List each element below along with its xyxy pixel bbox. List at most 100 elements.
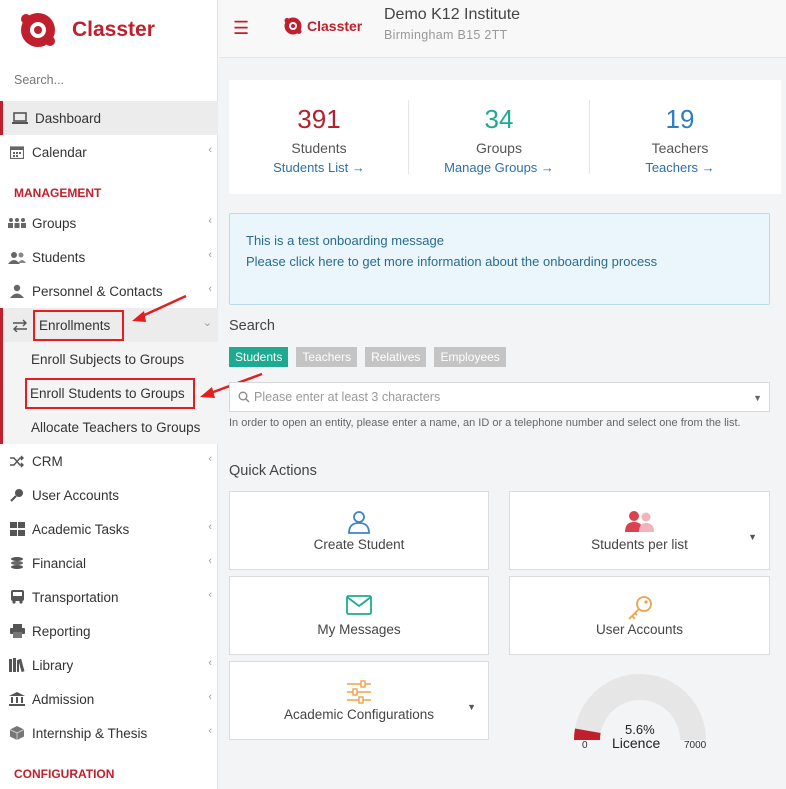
sidebar-item-transportation[interactable]: Transportation ‹ — [0, 580, 218, 614]
card-label: Create Student — [313, 537, 405, 552]
th-large-icon — [8, 521, 26, 537]
students-list-link[interactable]: Students List → — [229, 160, 409, 175]
card-label: Academic Configurations — [283, 707, 435, 722]
sidebar-item-label: Academic Tasks — [32, 521, 130, 537]
envelope-icon — [230, 595, 488, 615]
chevron-left-icon: ‹ — [208, 249, 212, 261]
sidebar-item-label: Internship & Thesis — [32, 725, 148, 741]
sidebar-logo[interactable]: Classter — [18, 8, 155, 52]
onboarding-line: This is a test onboarding message — [246, 233, 444, 248]
chevron-left-icon: ‹ — [208, 453, 212, 465]
sidebar-item-internship[interactable]: Internship & Thesis ‹ — [0, 716, 218, 750]
classter-logo-icon — [21, 13, 55, 47]
sidebar-item-label: Admission — [32, 691, 95, 707]
institute-address: Birmingham B15 2TT — [384, 28, 508, 42]
search-placeholder: Please enter at least 3 characters — [254, 390, 441, 404]
card-label: My Messages — [317, 622, 401, 637]
caret-down-icon[interactable]: ▼ — [467, 702, 476, 712]
sidebar-item-students[interactable]: Students ‹ — [0, 240, 218, 274]
sidebar-item-label: Calendar — [32, 144, 87, 160]
user-outline-icon — [230, 510, 488, 534]
sidebar-item-academic-tasks[interactable]: Academic Tasks ‹ — [0, 512, 218, 546]
sidebar-search-input[interactable]: Search... — [14, 73, 64, 87]
management-section-header: MANAGEMENT — [14, 186, 102, 200]
sidebar-item-user-accounts[interactable]: User Accounts — [0, 478, 218, 512]
sidebar-item-label: Library — [32, 657, 74, 673]
sidebar-subitem-enroll-students[interactable]: Enroll Students to Groups — [0, 376, 218, 410]
user-accounts-card[interactable]: User Accounts — [509, 576, 770, 655]
licence-label: Licence — [612, 735, 661, 751]
sidebar-item-calendar[interactable]: Calendar ‹ — [0, 135, 218, 169]
sidebar-item-admission[interactable]: Admission ‹ — [0, 682, 218, 716]
card-label: Students per list — [591, 537, 688, 552]
configuration-section-header: CONFIGURATION — [14, 767, 115, 781]
coins-icon — [8, 555, 26, 571]
tab-teachers[interactable]: Teachers — [296, 347, 358, 367]
users-icon — [8, 249, 26, 265]
teachers-link[interactable]: Teachers → — [590, 160, 770, 175]
my-messages-card[interactable]: My Messages — [229, 576, 489, 655]
stat-value: 34 — [484, 104, 514, 134]
licence-min: 0 — [582, 740, 588, 751]
chevron-left-icon: ‹ — [208, 691, 212, 703]
card-label: User Accounts — [595, 622, 684, 637]
search-section-title: Search — [229, 318, 275, 334]
caret-down-icon: ▼ — [753, 393, 762, 403]
tab-employees[interactable]: Employees — [434, 347, 506, 367]
chevron-left-icon: ‹ — [208, 521, 212, 533]
key-icon — [510, 595, 769, 621]
shuffle-icon — [8, 453, 26, 469]
header-logo-text: Classter — [307, 18, 363, 34]
onboarding-message: This is a test onboarding message Please… — [229, 213, 770, 305]
stat-value: 391 — [297, 104, 341, 134]
header-logo[interactable]: Classter — [283, 16, 362, 36]
chevron-left-icon: ‹ — [208, 589, 212, 601]
create-student-card[interactable]: Create Student — [229, 491, 489, 570]
chevron-left-icon: ‹ — [208, 215, 212, 227]
calendar-icon — [8, 144, 26, 160]
caret-down-icon[interactable]: ▼ — [748, 532, 757, 542]
sidebar-item-label: Transportation — [32, 589, 119, 605]
institute-name: Demo K12 Institute — [384, 6, 521, 23]
stat-groups: 34 Groups Manage Groups → — [409, 80, 589, 194]
manage-groups-link[interactable]: Manage Groups → — [409, 160, 589, 175]
sidebar-item-groups[interactable]: Groups ‹ — [0, 206, 218, 240]
quick-actions-title: Quick Actions — [229, 463, 317, 479]
tab-students[interactable]: Students — [229, 347, 289, 367]
sidebar-item-label: Enrollments — [33, 309, 125, 341]
sidebar-item-dashboard[interactable]: Dashboard — [0, 101, 218, 135]
stat-value: 19 — [665, 104, 695, 134]
chevron-left-icon: ‹ — [208, 144, 212, 156]
sidebar-subitem-allocate-teachers[interactable]: Allocate Teachers to Groups — [0, 410, 218, 444]
sidebar-item-crm[interactable]: CRM ‹ — [0, 444, 218, 478]
chevron-left-icon: ‹ — [208, 283, 212, 295]
sidebar-item-label: Financial — [32, 555, 87, 571]
university-icon — [8, 691, 26, 707]
stat-label: Students — [291, 140, 347, 156]
laptop-icon — [11, 110, 29, 126]
users-icon — [510, 510, 769, 532]
sidebar-subitem-label: Enroll Subjects to Groups — [31, 351, 185, 367]
chevron-left-icon: ‹ — [208, 555, 212, 567]
sidebar-item-library[interactable]: Library ‹ — [0, 648, 218, 682]
sidebar-subitem-enroll-subjects[interactable]: Enroll Subjects to Groups — [0, 342, 218, 376]
stat-students: 391 Students Students List → — [229, 80, 409, 194]
onboarding-link[interactable]: Please click here to get more informatio… — [246, 251, 753, 272]
stat-label: Teachers — [651, 140, 709, 156]
sidebar-item-reporting[interactable]: Reporting — [0, 614, 218, 648]
exchange-icon — [11, 317, 29, 333]
chevron-left-icon: ‹ — [208, 725, 212, 737]
hamburger-menu-icon[interactable]: ☰ — [233, 18, 249, 39]
sidebar-item-label: Reporting — [32, 623, 91, 639]
tab-relatives[interactable]: Relatives — [365, 347, 427, 367]
print-icon — [8, 623, 26, 639]
search-icon — [238, 391, 250, 403]
entity-search-input[interactable]: Please enter at least 3 characters ▼ — [229, 382, 770, 412]
classter-logo-icon — [284, 17, 302, 35]
person-icon — [8, 283, 26, 299]
sidebar-item-financial[interactable]: Financial ‹ — [0, 546, 218, 580]
sidebar: Classter Search... Dashboard Calendar ‹ … — [0, 0, 218, 789]
students-per-list-card[interactable]: Students per list ▼ — [509, 491, 770, 570]
academic-configurations-card[interactable]: Academic Configurations ▼ — [229, 661, 489, 740]
sidebar-item-label: Students — [32, 249, 86, 265]
